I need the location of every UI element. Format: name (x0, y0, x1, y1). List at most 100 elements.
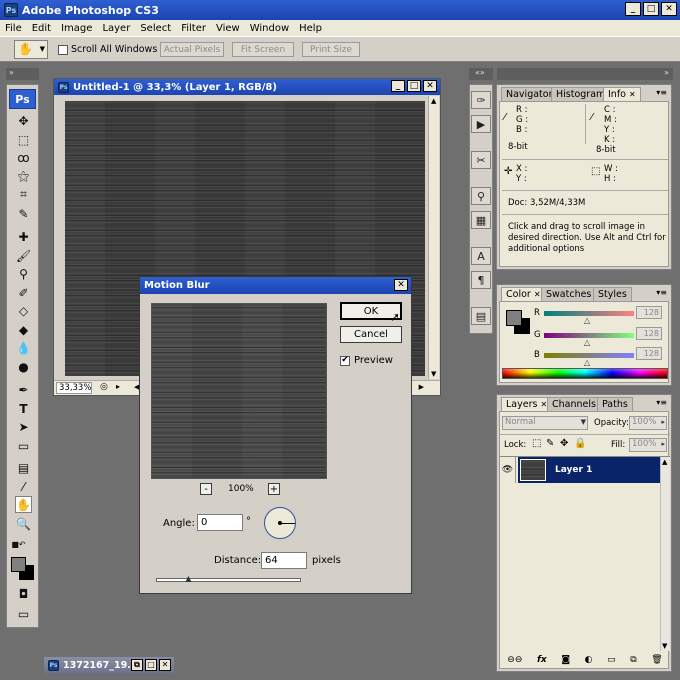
preview-checkbox[interactable]: ✔ (340, 355, 350, 366)
marquee-tool-icon[interactable]: ⬚ (15, 131, 32, 148)
layer-name[interactable]: Layer 1 (555, 465, 592, 475)
tab-styles[interactable]: Styles (593, 287, 632, 301)
lock-position-icon[interactable]: ✥ (560, 438, 568, 449)
panel-menu-icon[interactable]: ▾≡ (656, 88, 667, 97)
print-size-button[interactable]: Print Size (302, 42, 360, 57)
menu-window[interactable]: Window (245, 23, 294, 34)
status-menu-icon[interactable]: ▸ (116, 382, 120, 391)
tab-info[interactable]: Info ✕ (603, 87, 641, 101)
maximize-icon[interactable]: □ (145, 659, 157, 671)
path-selection-tool-icon[interactable]: ➤ (15, 418, 32, 435)
vertical-scrollbar[interactable]: ▲ ▼ (428, 96, 439, 379)
tab-swatches[interactable]: Swatches (541, 287, 597, 301)
menu-layer[interactable]: Layer (97, 23, 135, 34)
channel-g-value[interactable]: 128 (636, 327, 662, 340)
zoom-in-button[interactable]: + (268, 483, 280, 495)
angle-dial[interactable] (264, 507, 296, 539)
layer-visibility-toggle[interactable]: 👁 (500, 457, 516, 483)
channel-r-value[interactable]: 128 (636, 306, 662, 319)
paint-bucket-tool-icon[interactable]: ◆ (15, 321, 32, 338)
menu-edit[interactable]: Edit (27, 23, 56, 34)
scroll-up-icon[interactable]: ▲ (431, 97, 436, 105)
hand-tool-icon[interactable]: ✋ (15, 496, 32, 513)
minimize-icon[interactable]: _ (391, 80, 405, 92)
restore-icon[interactable]: ⧉ (131, 659, 143, 671)
blur-tool-icon[interactable]: 💧 (15, 339, 32, 356)
healing-brush-tool-icon[interactable]: ✚ (15, 228, 32, 245)
paragraph-panel-icon[interactable]: ¶ (471, 271, 491, 289)
scroll-right-icon[interactable]: ▶ (419, 383, 424, 391)
clone-source-panel-icon[interactable]: ⚲ (471, 187, 491, 205)
status-info-icon[interactable]: ◎ (100, 382, 108, 392)
tab-color[interactable]: Color ✕ (501, 287, 546, 301)
delete-layer-icon[interactable]: 🗑 (651, 655, 662, 665)
eraser-tool-icon[interactable]: ◇ (15, 302, 32, 319)
blend-mode-select[interactable]: Normal ▼ (502, 416, 588, 430)
minimized-document[interactable]: Ps 1372167_19... ⧉ □ ✕ (44, 657, 174, 674)
channel-b-thumb[interactable]: △ (584, 358, 590, 367)
quick-mask-icon[interactable]: ◘ (15, 585, 32, 602)
new-group-icon[interactable]: ▭ (607, 655, 616, 665)
foreground-color-swatch[interactable] (506, 310, 522, 326)
opacity-field[interactable]: 100% ▸ (629, 416, 667, 430)
close-icon[interactable]: ✕ (394, 279, 408, 291)
zoom-tool-icon[interactable]: 🔍 (15, 515, 32, 532)
panel-dock-collapse-bar[interactable]: «» (469, 68, 493, 80)
toolbox-collapse-bar[interactable]: » (6, 68, 39, 80)
close-icon[interactable]: ✕ (159, 659, 171, 671)
fill-field[interactable]: 100% ▸ (629, 438, 667, 452)
new-layer-icon[interactable]: ⧉ (630, 655, 636, 665)
tab-channels[interactable]: Channels (547, 397, 601, 411)
tool-presets-panel-icon[interactable]: ✂ (471, 151, 491, 169)
layer-style-icon[interactable]: fx (537, 655, 547, 665)
channel-r-thumb[interactable]: △ (584, 316, 590, 325)
close-tab-icon[interactable]: ✕ (629, 90, 636, 99)
angle-input[interactable]: 0 (197, 514, 243, 531)
lasso-tool-icon[interactable]: ꝏ (15, 149, 32, 166)
document-titlebar[interactable]: Ps Untitled-1 @ 33,3% (Layer 1, RGB/8) _… (54, 79, 440, 95)
layer-row[interactable]: 👁 Layer 1 (500, 457, 662, 483)
panel-group-collapse-bar[interactable]: » (497, 68, 673, 80)
move-tool-icon[interactable]: ✥ (15, 112, 32, 129)
screen-mode-icon[interactable]: ▭ (15, 605, 32, 622)
lock-image-icon[interactable]: ✎ (546, 438, 554, 449)
dialog-titlebar[interactable]: Motion Blur ✕ (140, 277, 411, 294)
pen-tool-icon[interactable]: ✒ (15, 381, 32, 398)
zoom-level-field[interactable]: 33,33% (56, 382, 92, 394)
close-tab-icon[interactable]: ✕ (534, 290, 541, 299)
minimize-icon[interactable]: _ (625, 2, 641, 16)
clone-stamp-tool-icon[interactable]: ⚲ (15, 265, 32, 282)
eyedropper-tool-icon[interactable]: ⁄ (15, 478, 32, 495)
brush-tool-icon[interactable]: 🖌 (15, 247, 32, 264)
tool-preset-picker[interactable]: ✋ ▼ (14, 40, 48, 59)
history-panel-icon[interactable]: ▦ (471, 211, 491, 229)
zoom-out-button[interactable]: - (200, 483, 212, 495)
close-icon[interactable]: ✕ (423, 80, 437, 92)
link-layers-icon[interactable]: ⊖⊖ (507, 655, 522, 665)
shape-tool-icon[interactable]: ▭ (15, 437, 32, 454)
scroll-up-icon[interactable]: ▲ (662, 458, 667, 466)
dodge-tool-icon[interactable]: ● (15, 358, 32, 375)
tab-layers[interactable]: Layers ✕ (501, 397, 553, 411)
scroll-all-windows-option[interactable]: Scroll All Windows (58, 44, 157, 55)
color-spectrum-ramp[interactable] (502, 368, 668, 379)
lock-transparent-icon[interactable]: ⬚ (532, 438, 541, 449)
lock-all-icon[interactable]: 🔒 (574, 438, 586, 449)
menu-help[interactable]: Help (294, 23, 327, 34)
type-tool-icon[interactable]: T (15, 400, 32, 417)
layers-scrollbar[interactable]: ▲ ▼ (660, 457, 670, 651)
distance-input[interactable]: 64 (261, 552, 307, 569)
menu-image[interactable]: Image (56, 23, 97, 34)
close-icon[interactable]: ✕ (661, 2, 677, 16)
chevron-right-icon[interactable]: ▸ (661, 418, 665, 426)
panel-menu-icon[interactable]: ▾≡ (656, 398, 667, 407)
channel-g-thumb[interactable]: △ (584, 338, 590, 347)
scroll-down-icon[interactable]: ▼ (662, 642, 667, 650)
menu-select[interactable]: Select (135, 23, 176, 34)
menu-filter[interactable]: Filter (176, 23, 211, 34)
fit-screen-button[interactable]: Fit Screen (232, 42, 294, 57)
panel-menu-icon[interactable]: ▾≡ (656, 288, 667, 297)
tab-histogram[interactable]: Histogram (551, 87, 611, 101)
chevron-right-icon[interactable]: ▸ (661, 440, 665, 448)
distance-slider[interactable] (156, 578, 301, 582)
